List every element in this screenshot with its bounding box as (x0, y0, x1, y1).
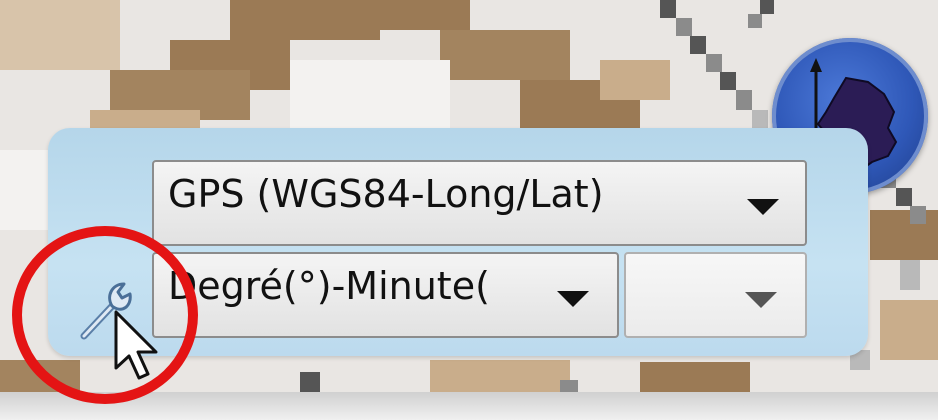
unit-format-dropdown[interactable]: Degré(°)-Minute( (152, 252, 619, 338)
chevron-down-icon (745, 292, 777, 308)
unit-format-value: Degré(°)-Minute( (168, 264, 490, 308)
chevron-down-icon (557, 291, 589, 307)
chevron-down-icon (747, 199, 779, 215)
secondary-dropdown[interactable] (624, 252, 807, 338)
coordinate-system-dropdown[interactable]: GPS (WGS84-Long/Lat) (152, 160, 807, 246)
coordinate-system-value: GPS (WGS84-Long/Lat) (168, 172, 604, 216)
screen: GPS (WGS84-Long/Lat) Degré(°)-Minute( (0, 0, 938, 420)
highlight-circle (12, 226, 198, 404)
